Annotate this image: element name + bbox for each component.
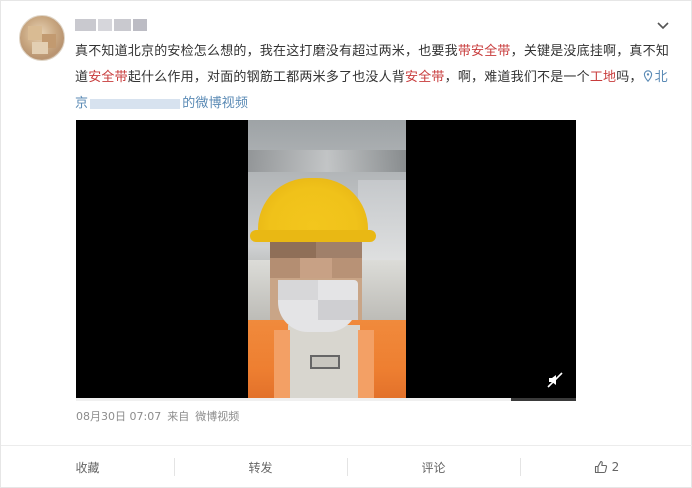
location-suffix: 的微博视频 <box>182 96 249 111</box>
mask-pixel <box>278 280 318 300</box>
face-mask <box>278 280 358 332</box>
location-pin-icon <box>643 70 652 82</box>
safety-strap <box>274 330 290 401</box>
frame-beam <box>248 150 406 172</box>
thumbs-up-icon <box>594 460 607 474</box>
post-text-segment: 起什么作用，对面的钢筋工都两米多了也没人背 <box>127 70 406 85</box>
favorite-label: 收藏 <box>75 460 100 475</box>
chevron-down-icon[interactable] <box>655 17 671 33</box>
face-pixel <box>300 258 332 278</box>
source-prefix: 来自 <box>167 410 190 423</box>
post-text-segment: ，啊，难道我们不是一个 <box>444 70 590 85</box>
mask-pixel <box>318 300 358 320</box>
avatar-pixel <box>28 26 42 40</box>
location-redacted <box>90 98 181 109</box>
redaction-block <box>98 19 112 31</box>
video-player[interactable] <box>76 120 576 401</box>
username-redacted[interactable] <box>75 19 148 33</box>
weibo-post-card: 真不知道北京的安检怎么想的，我在这打磨没有超过两米，也要我带安全带，关键是没底挂… <box>0 0 692 488</box>
post-timestamp[interactable]: 08月30日 07:07 <box>76 408 161 424</box>
video-progress-fill <box>76 398 511 401</box>
comment-label: 评论 <box>421 460 446 475</box>
safety-strap <box>358 330 374 401</box>
helmet-brim <box>250 230 376 242</box>
post-meta: 08月30日 07:07 来自 微博视频 <box>76 408 239 424</box>
post-source[interactable]: 微博视频 <box>195 408 239 424</box>
avatar[interactable] <box>19 15 65 61</box>
like-count: 2 <box>611 460 620 474</box>
highlight-keyword[interactable]: 安全带 <box>405 70 445 85</box>
redaction-block <box>75 19 97 31</box>
repost-label: 转发 <box>248 460 273 475</box>
speaker-muted-icon[interactable] <box>546 371 564 389</box>
video-frame <box>248 120 406 401</box>
favorite-button[interactable]: 收藏 <box>1 446 174 488</box>
post-text: 真不知道北京的安检怎么想的，我在这打磨没有超过两米，也要我带安全带，关键是没底挂… <box>75 39 671 117</box>
face-pixel <box>270 258 300 278</box>
highlight-keyword[interactable]: 带安全带 <box>458 44 511 59</box>
like-button[interactable]: 2 <box>520 446 692 488</box>
action-bar: 收藏 转发 评论 2 <box>1 446 692 488</box>
post-body: 真不知道北京的安检怎么想的，我在这打磨没有超过两米，也要我带安全带，关键是没底挂… <box>75 44 669 85</box>
highlight-keyword[interactable]: 工地 <box>590 70 616 85</box>
yellow-helmet <box>258 178 368 238</box>
avatar-pixel <box>32 42 48 54</box>
post-text-segment: 真不知道北京的安检怎么想的，我在这打磨没有超过两米，也要我 <box>75 44 458 59</box>
post-text-segment: 吗， <box>616 70 643 85</box>
comment-button[interactable]: 评论 <box>347 446 520 488</box>
face-pixel <box>332 258 362 278</box>
redaction-block <box>133 19 148 31</box>
highlight-keyword[interactable]: 安全带 <box>88 70 128 85</box>
redaction-block <box>113 19 132 31</box>
harness-buckle <box>310 355 340 369</box>
repost-button[interactable]: 转发 <box>174 446 347 488</box>
